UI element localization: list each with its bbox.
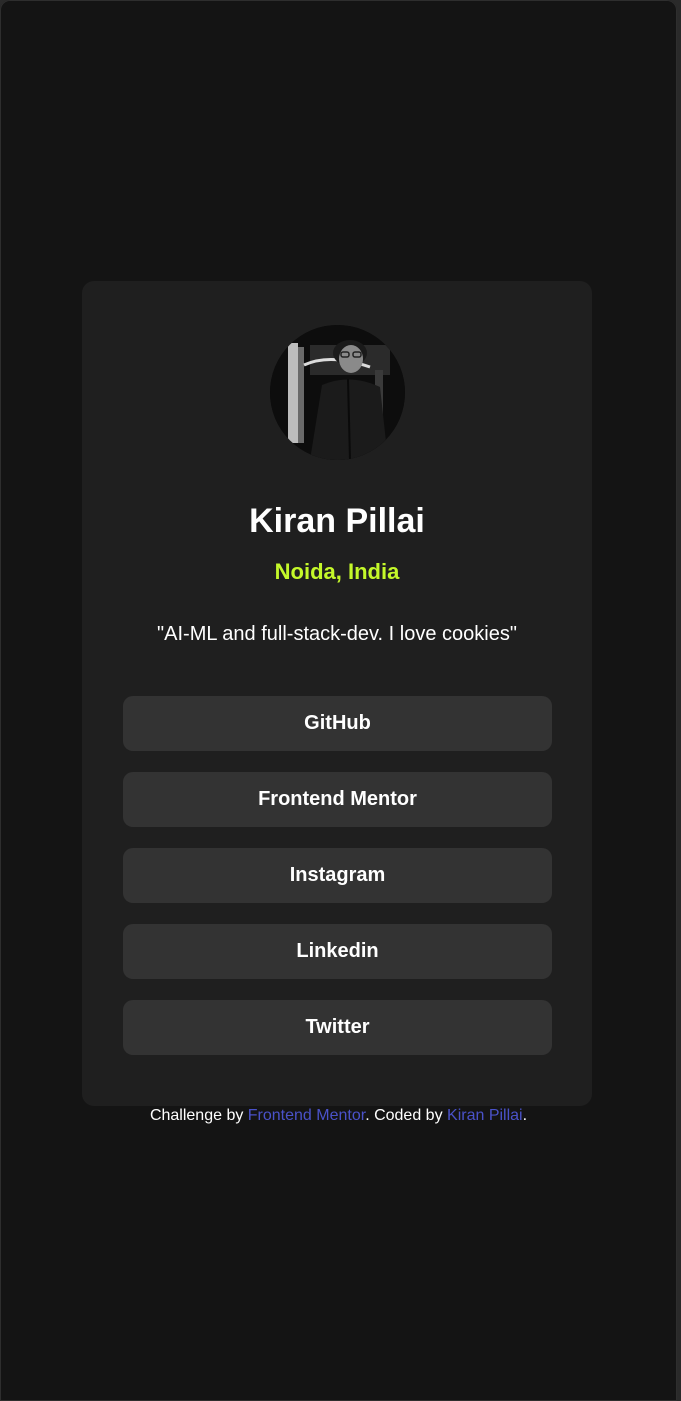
linkedin-link-button[interactable]: Linkedin	[123, 924, 552, 979]
window-edge	[677, 0, 681, 1401]
profile-name: Kiran Pillai	[249, 502, 425, 540]
attribution-footer: Challenge by Frontend Mentor. Coded by K…	[0, 1105, 677, 1127]
profile-bio: "AI-ML and full-stack-dev. I love cookie…	[157, 623, 517, 645]
avatar	[270, 325, 405, 460]
profile-card: Kiran Pillai Noida, India "AI-ML and ful…	[82, 281, 592, 1106]
browser-viewport: Kiran Pillai Noida, India "AI-ML and ful…	[0, 0, 677, 1401]
instagram-link-button[interactable]: Instagram	[123, 848, 552, 903]
github-link-button[interactable]: GitHub	[123, 696, 552, 751]
author-link[interactable]: Kiran Pillai	[447, 1107, 523, 1124]
profile-photo-icon	[270, 325, 405, 460]
attribution-prefix: Challenge by	[149, 1107, 248, 1124]
attribution-middle: . Coded by	[365, 1107, 448, 1124]
twitter-link-button[interactable]: Twitter	[123, 1000, 552, 1055]
profile-location: Noida, India	[274, 559, 400, 584]
frontend-mentor-link-button[interactable]: Frontend Mentor	[123, 772, 552, 827]
attribution-suffix: .	[522, 1107, 528, 1124]
social-links-list: GitHub Frontend Mentor Instagram Linkedi…	[123, 696, 552, 1076]
challenge-link[interactable]: Frontend Mentor	[248, 1107, 365, 1124]
